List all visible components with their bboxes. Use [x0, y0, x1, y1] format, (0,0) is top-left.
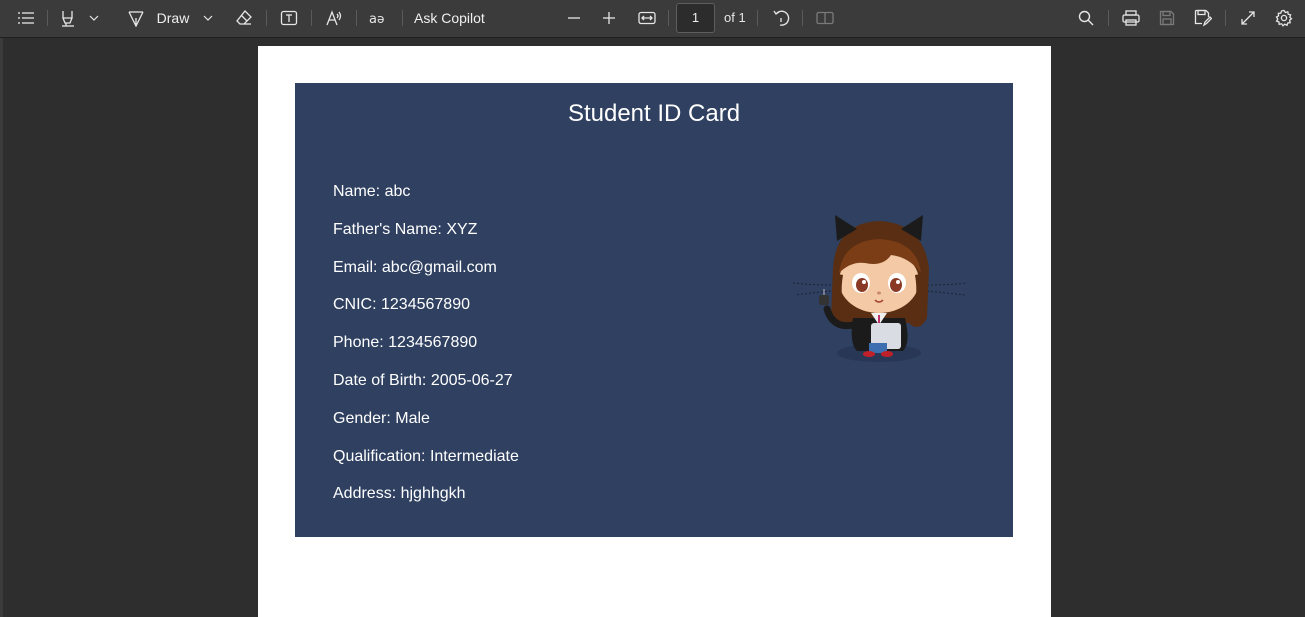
eraser-icon[interactable] [232, 0, 256, 36]
toolbar-separator [1108, 10, 1109, 26]
toolbar-separator [802, 10, 803, 26]
toolbar-separator [266, 10, 267, 26]
svg-text:a: a [369, 12, 377, 26]
translate-icon[interactable]: aə [366, 0, 392, 36]
zoom-in-icon[interactable] [598, 0, 620, 36]
field-address: Address: hjghhgkh [333, 485, 466, 502]
student-id-card: Student ID Card Name: abc Father's Name:… [295, 83, 1013, 537]
save-as-icon[interactable] [1191, 0, 1215, 36]
field-gender: Gender: Male [333, 410, 430, 427]
toolbar-separator [1225, 10, 1226, 26]
search-icon[interactable] [1074, 0, 1098, 36]
toolbar-separator [311, 10, 312, 26]
pdf-page: Student ID Card Name: abc Father's Name:… [258, 46, 1051, 617]
draw-dropdown-icon[interactable] [200, 0, 216, 36]
field-qualification: Qualification: Intermediate [333, 448, 519, 465]
fit-to-width-icon[interactable] [635, 0, 659, 36]
toolbar-separator [47, 10, 48, 26]
viewer-left-edge [0, 38, 3, 617]
card-title: Student ID Card [567, 100, 741, 127]
highlight-icon[interactable] [56, 0, 80, 36]
toolbar-separator [356, 10, 357, 26]
field-name: Name: abc [333, 183, 411, 200]
ask-copilot-button[interactable]: Ask Copilot [414, 0, 494, 36]
field-date-of-birth: Date of Birth: 2005-06-27 [333, 372, 513, 389]
draw-icon[interactable] [124, 0, 148, 36]
contents-icon[interactable] [14, 0, 38, 36]
svg-text:ə: ə [377, 12, 384, 26]
field-phone: Phone: 1234567890 [333, 334, 478, 351]
draw-button[interactable]: Draw [152, 0, 194, 36]
page-number-input[interactable]: 1 [676, 3, 715, 33]
field-email: Email: abc@gmail.com [333, 259, 497, 276]
page-view-icon[interactable] [813, 0, 837, 36]
text-box-icon[interactable] [277, 0, 301, 36]
zoom-out-icon[interactable] [563, 0, 585, 36]
field-cnic: CNIC: 1234567890 [333, 296, 470, 313]
toolbar-separator [668, 10, 669, 26]
field-father-name: Father's Name: XYZ [333, 221, 478, 238]
page-count-label: of 1 [724, 10, 746, 25]
settings-gear-icon[interactable] [1272, 0, 1296, 36]
fullscreen-icon[interactable] [1236, 0, 1260, 36]
highlight-dropdown-icon[interactable] [86, 0, 102, 36]
read-aloud-icon[interactable] [322, 0, 346, 36]
print-icon[interactable] [1119, 0, 1143, 36]
student-avatar-image [792, 215, 968, 362]
rotate-icon[interactable] [769, 0, 793, 36]
pdf-toolbar: Draw aə Ask Copilot 1 of 1 [0, 0, 1305, 38]
toolbar-separator [402, 10, 403, 26]
toolbar-separator [757, 10, 758, 26]
save-icon[interactable] [1155, 0, 1179, 36]
